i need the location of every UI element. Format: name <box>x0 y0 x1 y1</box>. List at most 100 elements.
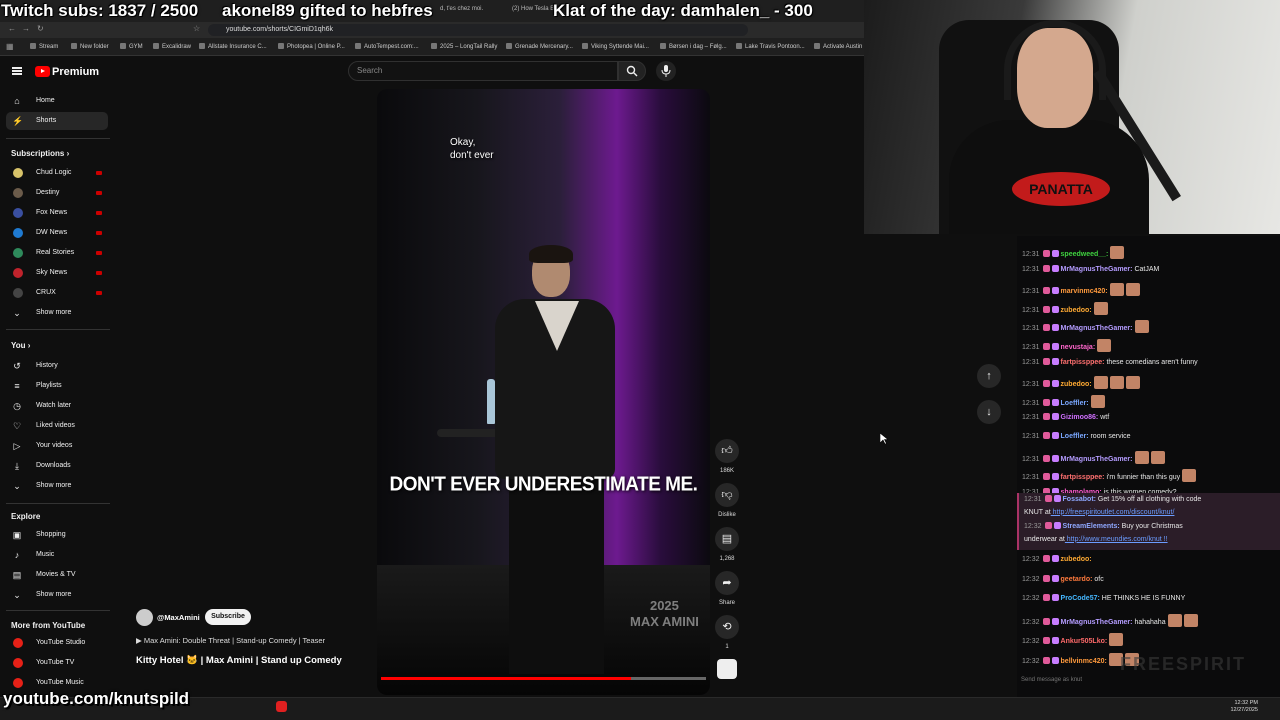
reload-icon[interactable]: ↻ <box>37 24 44 33</box>
show-more-subscriptions[interactable]: ⌄ Show more <box>6 304 108 322</box>
chat-timestamp: 12:31 <box>1022 265 1040 273</box>
browser-tab[interactable]: d, t'es chez moi. <box>440 6 483 12</box>
sidebar-item-channel[interactable]: CRUX <box>6 284 108 302</box>
sidebar-item-music[interactable]: ♪ Music <box>6 546 108 564</box>
taskbar-clock[interactable]: 12:32 PM 12/27/2025 <box>1230 700 1258 714</box>
sidebar-divider <box>6 503 110 504</box>
sidebar-item-channel[interactable]: Fox News <box>6 204 108 222</box>
bookmark[interactable]: AutoTempest.com:... <box>355 43 419 50</box>
share-button[interactable]: ➦ Share <box>714 571 740 606</box>
chat-username[interactable]: nevustaja: <box>1061 344 1096 351</box>
sidebar-item-channel[interactable]: Chud Logic <box>6 164 108 182</box>
search-input[interactable]: Search <box>348 61 618 81</box>
chat-link[interactable]: http://freespiritoutlet.com/discount/knu… <box>1051 509 1175 516</box>
bookmark[interactable]: GYM <box>120 43 143 50</box>
sidebar-item-watch-later[interactable]: ◷ Watch later <box>6 397 108 415</box>
subscriptions-heading[interactable]: Subscriptions › <box>11 149 69 158</box>
chat-username[interactable]: marvinmc420: <box>1061 288 1108 295</box>
chat-username[interactable]: Ankur505Lko: <box>1061 638 1108 645</box>
chat-link[interactable]: http://www.meundies.com/knut !! <box>1065 536 1168 543</box>
youtube-logo-icon[interactable] <box>35 66 50 77</box>
chat-username[interactable]: bellvinmc420: <box>1061 658 1107 665</box>
bookmark[interactable]: Photopea | Online P... <box>278 43 345 50</box>
sidebar-item-channel[interactable]: DW News <box>6 224 108 242</box>
chat-badge-icon <box>1042 656 1050 664</box>
sidebar-item-channel[interactable]: Destiny <box>6 184 108 202</box>
bookmark-star-icon[interactable]: ☆ <box>193 24 200 33</box>
chat-username[interactable]: speedweed__: <box>1061 251 1109 258</box>
voice-search-button[interactable] <box>656 61 676 81</box>
remix-button[interactable]: ⟲ 1 <box>714 615 740 650</box>
remix-icon: ⟲ <box>715 615 739 639</box>
sidebar-item-home[interactable]: ⌂ Home <box>6 92 108 110</box>
sidebar-item-liked-videos[interactable]: ♡ Liked videos <box>6 417 108 435</box>
video-progress-bar[interactable] <box>381 677 706 680</box>
youtube-tv-icon <box>13 658 23 668</box>
back-icon[interactable]: ← <box>8 24 16 33</box>
show-more-explore[interactable]: ⌄ Show more <box>6 586 108 604</box>
comments-button[interactable]: ▤ 1,268 <box>714 527 740 562</box>
playlist-link[interactable]: ▶ Max Amini: Double Threat | Stand-up Co… <box>136 636 325 645</box>
subscribe-button[interactable]: Subscribe <box>205 609 251 625</box>
chat-username[interactable]: MrMagnusTheGamer: <box>1061 325 1133 332</box>
sidebar-item-downloads[interactable]: ⤓ Downloads <box>6 457 108 475</box>
bookmark[interactable]: Viking Syttende Mai... <box>582 43 649 50</box>
url-field[interactable]: youtube.com/shorts/CIGmiD1qh6k <box>208 24 748 36</box>
search-button[interactable] <box>618 61 646 81</box>
twitch-chat[interactable]: 12:31 speedweed__: 12:31 MrMagnusTheGamer: … <box>1017 236 1280 697</box>
chat-timestamp: 12:32 <box>1022 595 1040 602</box>
forward-icon[interactable]: → <box>22 24 30 33</box>
chat-username[interactable]: Fossabot: <box>1063 496 1096 503</box>
sidebar-item-channel[interactable]: Sky News <box>6 264 108 282</box>
chat-username[interactable]: MrMagnusTheGamer: <box>1061 266 1133 273</box>
bookmark[interactable]: 2025 – LongTail Rally <box>431 43 497 50</box>
audio-track-thumbnail[interactable] <box>717 659 737 679</box>
sidebar-item-shorts[interactable]: ⚡ Shorts <box>6 112 108 130</box>
chat-username[interactable]: fartpissppee: <box>1061 359 1105 366</box>
sidebar-item-your-videos[interactable]: ▷ Your videos <box>6 437 108 455</box>
chat-emote-icon <box>1125 376 1140 390</box>
chat-username[interactable]: MrMagnusTheGamer: <box>1061 619 1133 626</box>
channel-avatar[interactable] <box>136 609 153 626</box>
chat-username[interactable]: StreamElements: <box>1063 523 1120 530</box>
sidebar-item-history[interactable]: ↺ History <box>6 357 108 375</box>
next-short-button[interactable]: ↓ <box>977 400 1001 424</box>
previous-short-button[interactable]: ↑ <box>977 364 1001 388</box>
chat-username[interactable]: zubedoo: <box>1061 381 1092 388</box>
menu-icon[interactable] <box>12 67 22 75</box>
bookmark[interactable]: Stream <box>30 43 58 50</box>
bookmark[interactable]: Børsen i dag – Følg... <box>660 43 727 50</box>
chat-username[interactable]: ProCode57: <box>1061 595 1100 602</box>
sidebar-item-youtube-studio[interactable]: YouTube Studio <box>6 634 108 652</box>
chat-badge-icon <box>1042 594 1050 601</box>
show-more-you[interactable]: ⌄ Show more <box>6 477 108 495</box>
chat-username[interactable]: geetardo: <box>1061 576 1093 583</box>
chat-username[interactable]: zubedoo: <box>1061 556 1092 563</box>
bookmark[interactable]: Excalidraw <box>153 43 191 50</box>
dislike-button[interactable]: 👎︎ Dislike <box>714 483 740 518</box>
chat-username[interactable]: zubedoo: <box>1061 307 1092 314</box>
chat-input[interactable]: Send message as knut <box>1017 673 1280 688</box>
sidebar-item-movies-tv[interactable]: ▤ Movies & TV <box>6 566 108 584</box>
chat-username[interactable]: MrMagnusTheGamer: <box>1061 456 1133 463</box>
like-button[interactable]: 👍︎ 186K <box>714 439 740 474</box>
sidebar-item-shopping[interactable]: ▣ Shopping <box>6 526 108 544</box>
chat-username[interactable]: Loeffler: <box>1061 433 1089 440</box>
bookmark[interactable]: Lake Travis Pontoon... <box>736 43 805 50</box>
apps-icon[interactable]: ▦ <box>6 42 14 51</box>
bookmark[interactable]: Activate Austin <box>814 43 862 50</box>
chat-username[interactable]: fartpissppee: <box>1061 474 1105 481</box>
channel-handle[interactable]: @MaxAmini <box>157 613 200 622</box>
chat-username[interactable]: Loeffler: <box>1061 400 1089 407</box>
chat-emote-icon <box>1097 339 1112 352</box>
you-heading[interactable]: You › <box>11 341 30 350</box>
bookmark[interactable]: Allstate Insurance C... <box>199 43 267 50</box>
sidebar-item-youtube-tv[interactable]: YouTube TV <box>6 654 108 672</box>
sidebar-item-playlists[interactable]: ≡ Playlists <box>6 377 108 395</box>
bookmark[interactable]: New folder <box>71 43 109 50</box>
youtube-premium-label[interactable]: Premium <box>52 66 99 78</box>
sidebar-item-channel[interactable]: Real Stories <box>6 244 108 262</box>
chat-username[interactable]: Gizimoo86: <box>1061 414 1099 421</box>
video-title[interactable]: Kitty Hotel 🐱 | Max Amini | Stand up Com… <box>136 655 342 666</box>
bookmark[interactable]: Grenade Mercenary... <box>506 43 573 50</box>
